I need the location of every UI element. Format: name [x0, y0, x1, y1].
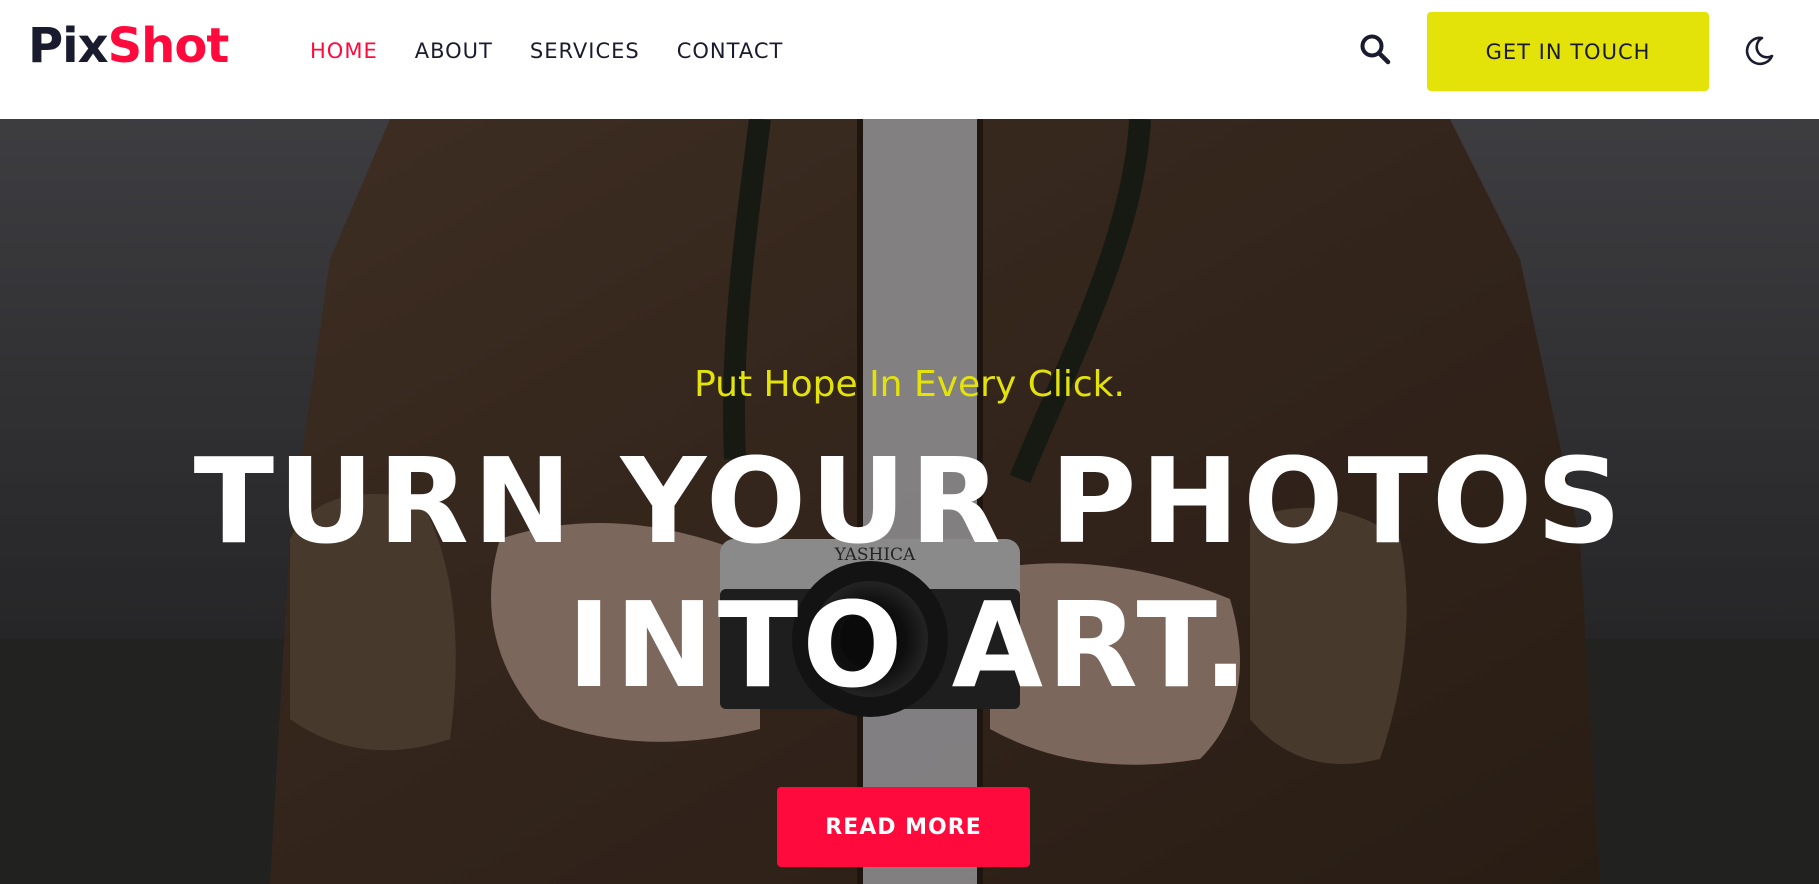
hero-section: YASHICA Put Hope In Every Click. TURN YO…: [0, 119, 1819, 884]
get-in-touch-button[interactable]: GET IN TOUCH: [1427, 12, 1709, 91]
site-logo[interactable]: PixShot: [28, 18, 230, 74]
hero-tagline: Put Hope In Every Click.: [694, 364, 1125, 405]
nav-item-about[interactable]: ABOUT: [415, 38, 493, 64]
nav-item-home[interactable]: HOME: [310, 38, 378, 64]
moon-icon[interactable]: [1742, 34, 1776, 68]
logo-text-pix: Pix: [28, 18, 109, 74]
hero-content: Put Hope In Every Click. TURN YOUR PHOTO…: [0, 119, 1819, 884]
hero-headline-line2: INTO ART.: [567, 576, 1252, 714]
hero-headline: TURN YOUR PHOTOS INTO ART.: [150, 429, 1669, 717]
search-icon[interactable]: [1358, 32, 1392, 66]
nav-item-services[interactable]: SERVICES: [530, 38, 640, 64]
logo-text-shot: Shot: [107, 18, 230, 74]
nav-item-contact[interactable]: CONTACT: [677, 38, 784, 64]
site-header: PixShot HOME ABOUT SERVICES CONTACT GET …: [0, 0, 1819, 119]
read-more-button[interactable]: READ MORE: [777, 787, 1030, 867]
main-nav: HOME ABOUT SERVICES CONTACT: [310, 38, 820, 64]
hero-headline-line1: TURN YOUR PHOTOS: [193, 432, 1626, 570]
